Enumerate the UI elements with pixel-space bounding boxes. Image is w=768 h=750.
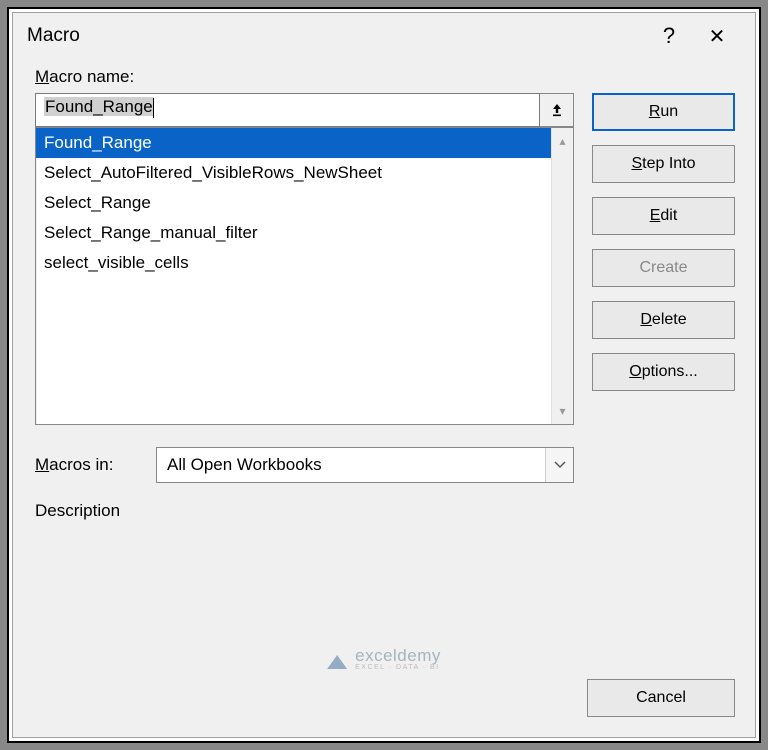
- main-row: Found_Range Found_Range Select_Au: [35, 93, 735, 521]
- watermark: exceldemy EXCEL · DATA · BI: [327, 647, 441, 671]
- macro-name-row: Found_Range: [35, 93, 574, 127]
- macro-name-label: Macro name:: [35, 67, 735, 87]
- left-column: Found_Range Found_Range Select_Au: [35, 93, 574, 521]
- macro-list-items: Found_Range Select_AutoFiltered_VisibleR…: [36, 128, 551, 424]
- run-button[interactable]: Run: [592, 93, 735, 131]
- dialog-content: Macro name: Found_Range: [13, 57, 755, 679]
- collapse-range-button[interactable]: [540, 93, 574, 127]
- dropdown-selected: All Open Workbooks: [167, 455, 545, 475]
- create-button: Create: [592, 249, 735, 287]
- collapse-icon: [550, 102, 564, 118]
- macro-name-input[interactable]: Found_Range: [35, 93, 540, 127]
- dialog-title: Macro: [27, 25, 645, 47]
- bottom-button-row: Cancel: [13, 679, 755, 737]
- cancel-button[interactable]: Cancel: [587, 679, 735, 717]
- list-item[interactable]: Found_Range: [36, 128, 551, 158]
- list-item[interactable]: Select_Range_manual_filter: [36, 218, 551, 248]
- description-label: Description: [35, 501, 574, 521]
- list-item[interactable]: Select_Range: [36, 188, 551, 218]
- step-into-button[interactable]: Step Into: [592, 145, 735, 183]
- listbox-scrollbar[interactable]: ▴ ▾: [551, 128, 573, 424]
- macro-listbox[interactable]: Found_Range Select_AutoFiltered_VisibleR…: [35, 127, 574, 425]
- delete-button[interactable]: Delete: [592, 301, 735, 339]
- help-button[interactable]: ?: [645, 23, 693, 49]
- edit-button[interactable]: Edit: [592, 197, 735, 235]
- button-column: Run Step Into Edit Create Delete: [592, 93, 735, 521]
- scroll-up-icon[interactable]: ▴: [552, 134, 573, 148]
- titlebar: Macro ? ✕: [13, 13, 755, 57]
- list-item[interactable]: select_visible_cells: [36, 248, 551, 278]
- outer-frame: Macro ? ✕ Macro name: Found_Range: [7, 7, 761, 743]
- macros-in-row: Macros in: All Open Workbooks: [35, 447, 574, 483]
- close-button[interactable]: ✕: [693, 24, 741, 49]
- scroll-down-icon[interactable]: ▾: [552, 404, 573, 418]
- macros-in-label: Macros in:: [35, 455, 140, 475]
- options-button[interactable]: Options...: [592, 353, 735, 391]
- macro-dialog: Macro ? ✕ Macro name: Found_Range: [12, 12, 756, 738]
- list-item[interactable]: Select_AutoFiltered_VisibleRows_NewSheet: [36, 158, 551, 188]
- chevron-down-icon: [545, 448, 573, 482]
- text-cursor: [153, 98, 154, 118]
- watermark-icon: [327, 649, 347, 669]
- macros-in-dropdown[interactable]: All Open Workbooks: [156, 447, 574, 483]
